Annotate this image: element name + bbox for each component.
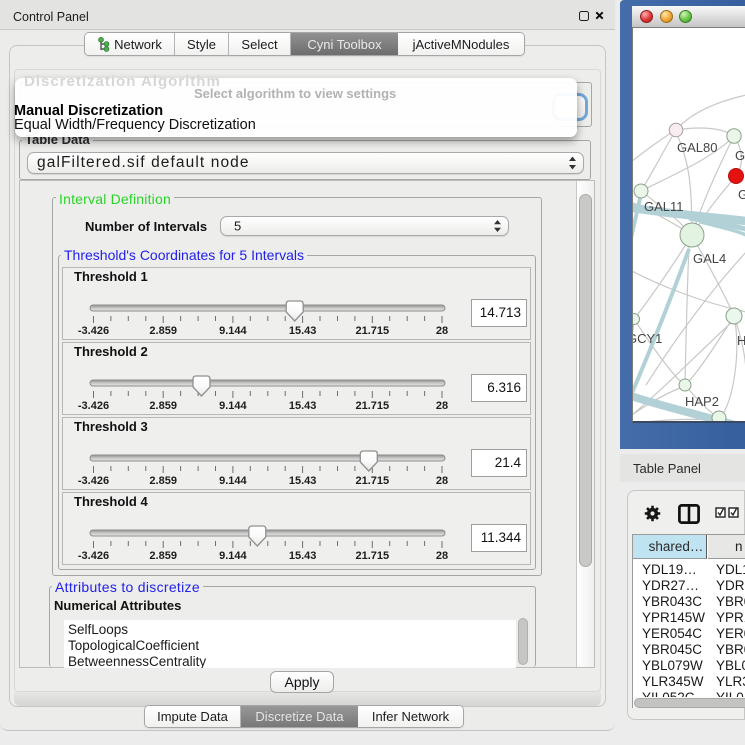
svg-text:GAL11: GAL11	[644, 199, 684, 214]
svg-text:H: H	[737, 333, 745, 348]
svg-text:GA: GA	[735, 148, 745, 163]
svg-text:GAL80: GAL80	[677, 140, 717, 155]
svg-text:G: G	[738, 187, 745, 202]
svg-text:GAL4: GAL4	[693, 251, 726, 266]
svg-text:GCY1: GCY1	[633, 331, 662, 346]
svg-text:HAP2: HAP2	[685, 394, 719, 409]
